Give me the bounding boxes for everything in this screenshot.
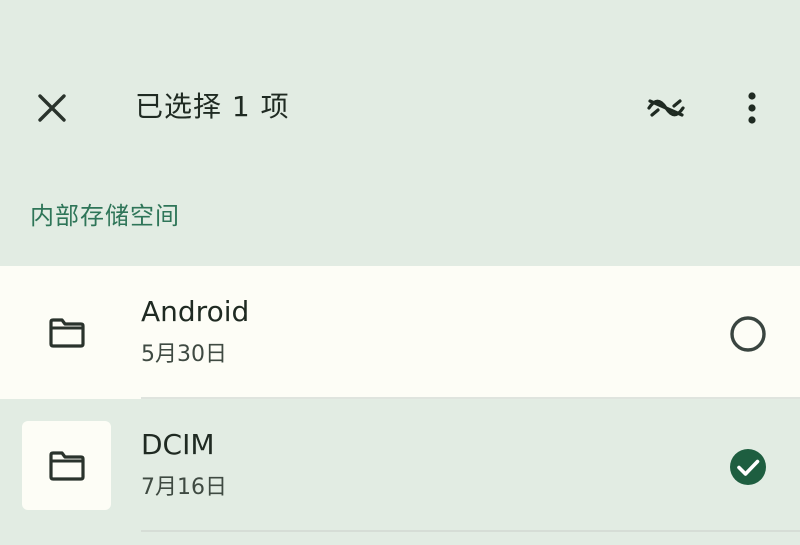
file-thumbnail xyxy=(22,421,111,510)
file-row-android[interactable]: Android 5月30日 xyxy=(0,266,800,399)
top-app-bar: 已选择 1 项 内部存储空间 xyxy=(0,0,800,230)
unchecked-circle-icon xyxy=(730,316,766,352)
file-list: Android 5月30日 DCIM 7月16日 xyxy=(0,266,800,532)
file-name: Android xyxy=(141,295,250,328)
storage-location-title: 内部存储空间 xyxy=(30,202,180,230)
close-selection-button[interactable] xyxy=(24,80,80,136)
close-icon xyxy=(38,94,66,122)
row-divider xyxy=(141,530,800,532)
hide-button[interactable] xyxy=(638,80,694,136)
selection-count-title: 已选择 1 项 xyxy=(135,90,290,123)
more-vertical-icon xyxy=(748,92,756,124)
folder-icon xyxy=(48,450,85,481)
file-date: 5月30日 xyxy=(141,342,227,367)
folder-icon xyxy=(48,317,85,348)
file-row-dcim[interactable]: DCIM 7月16日 xyxy=(0,399,800,532)
file-thumbnail xyxy=(22,288,111,377)
file-date: 7月16日 xyxy=(141,475,227,500)
select-checkbox[interactable] xyxy=(726,445,770,489)
file-name: DCIM xyxy=(141,428,215,461)
select-checkbox[interactable] xyxy=(726,312,770,356)
eye-off-wave-icon xyxy=(647,99,685,117)
checked-circle-icon xyxy=(730,449,766,485)
more-options-button[interactable] xyxy=(724,80,780,136)
